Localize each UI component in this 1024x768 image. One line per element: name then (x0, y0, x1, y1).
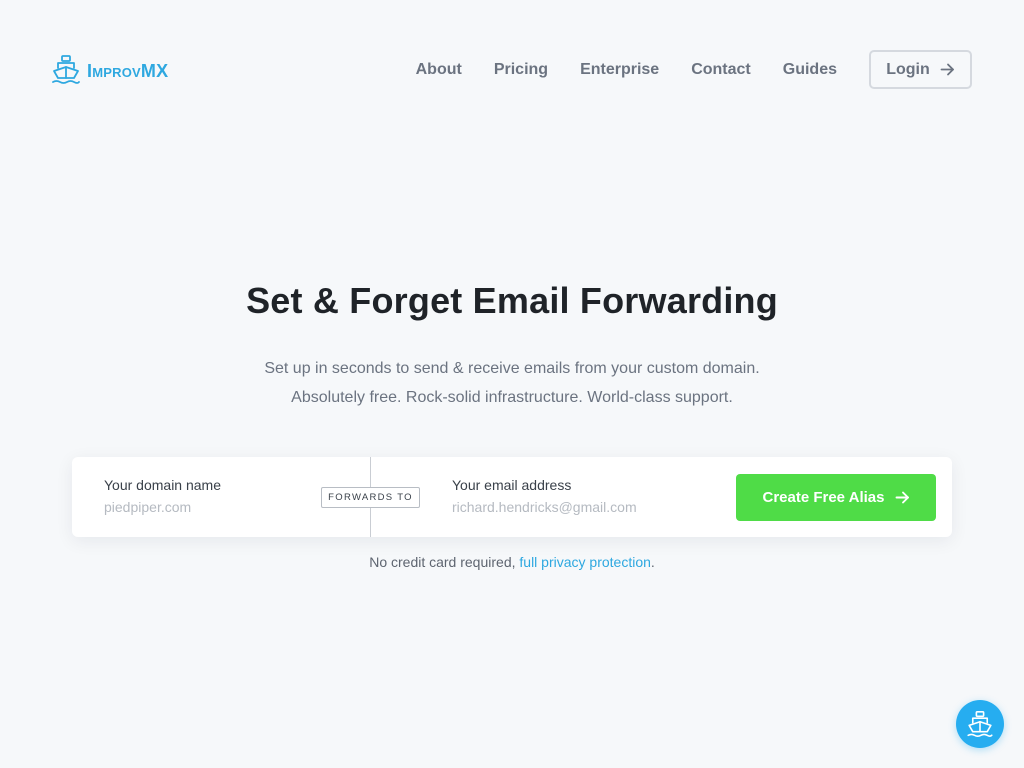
ship-icon (52, 55, 80, 84)
domain-input[interactable] (104, 499, 314, 515)
privacy-protection-link[interactable]: full privacy protection (519, 554, 651, 570)
nav-item-guides[interactable]: Guides (783, 61, 837, 79)
create-alias-form: Your domain name FORWARDS TO Your email … (72, 457, 952, 537)
email-input[interactable] (452, 499, 702, 515)
nav-item-enterprise[interactable]: Enterprise (580, 61, 659, 79)
arrow-right-icon (895, 491, 909, 504)
brand-name: ImprovMX (87, 60, 169, 81)
forwards-to-badge: FORWARDS TO (321, 487, 420, 508)
ship-icon (967, 710, 993, 738)
page: ImprovMX About Pricing Enterprise Contac… (0, 0, 1024, 768)
login-button[interactable]: Login (869, 50, 972, 89)
domain-field: Your domain name (104, 457, 324, 537)
brand-logo-link[interactable]: ImprovMX (52, 54, 168, 85)
arrow-right-icon (940, 63, 954, 76)
nav-item-about[interactable]: About (416, 61, 462, 79)
note-suffix: . (650, 554, 655, 570)
nav-item-contact[interactable]: Contact (691, 61, 751, 79)
email-field-label: Your email address (452, 477, 572, 493)
chat-support-button[interactable] (956, 700, 1004, 748)
no-credit-card-note: No credit card required, full privacy pr… (0, 554, 1024, 570)
create-free-alias-label: Create Free Alias (762, 489, 885, 506)
email-field: Your email address (452, 457, 712, 537)
note-text: No credit card required, (369, 554, 520, 570)
hero-subtitle-line-2: Absolutely free. Rock-solid infrastructu… (291, 389, 733, 406)
login-button-label: Login (886, 60, 930, 78)
domain-field-label: Your domain name (104, 477, 222, 493)
hero-subtitle-line-1: Set up in seconds to send & receive emai… (264, 360, 760, 377)
nav-item-pricing[interactable]: Pricing (494, 61, 548, 79)
hero-title: Set & Forget Email Forwarding (246, 280, 778, 321)
hero-subtitle: Set up in seconds to send & receive emai… (0, 354, 1024, 412)
create-free-alias-button[interactable]: Create Free Alias (736, 474, 936, 521)
main-nav: About Pricing Enterprise Contact Guides … (416, 50, 972, 89)
